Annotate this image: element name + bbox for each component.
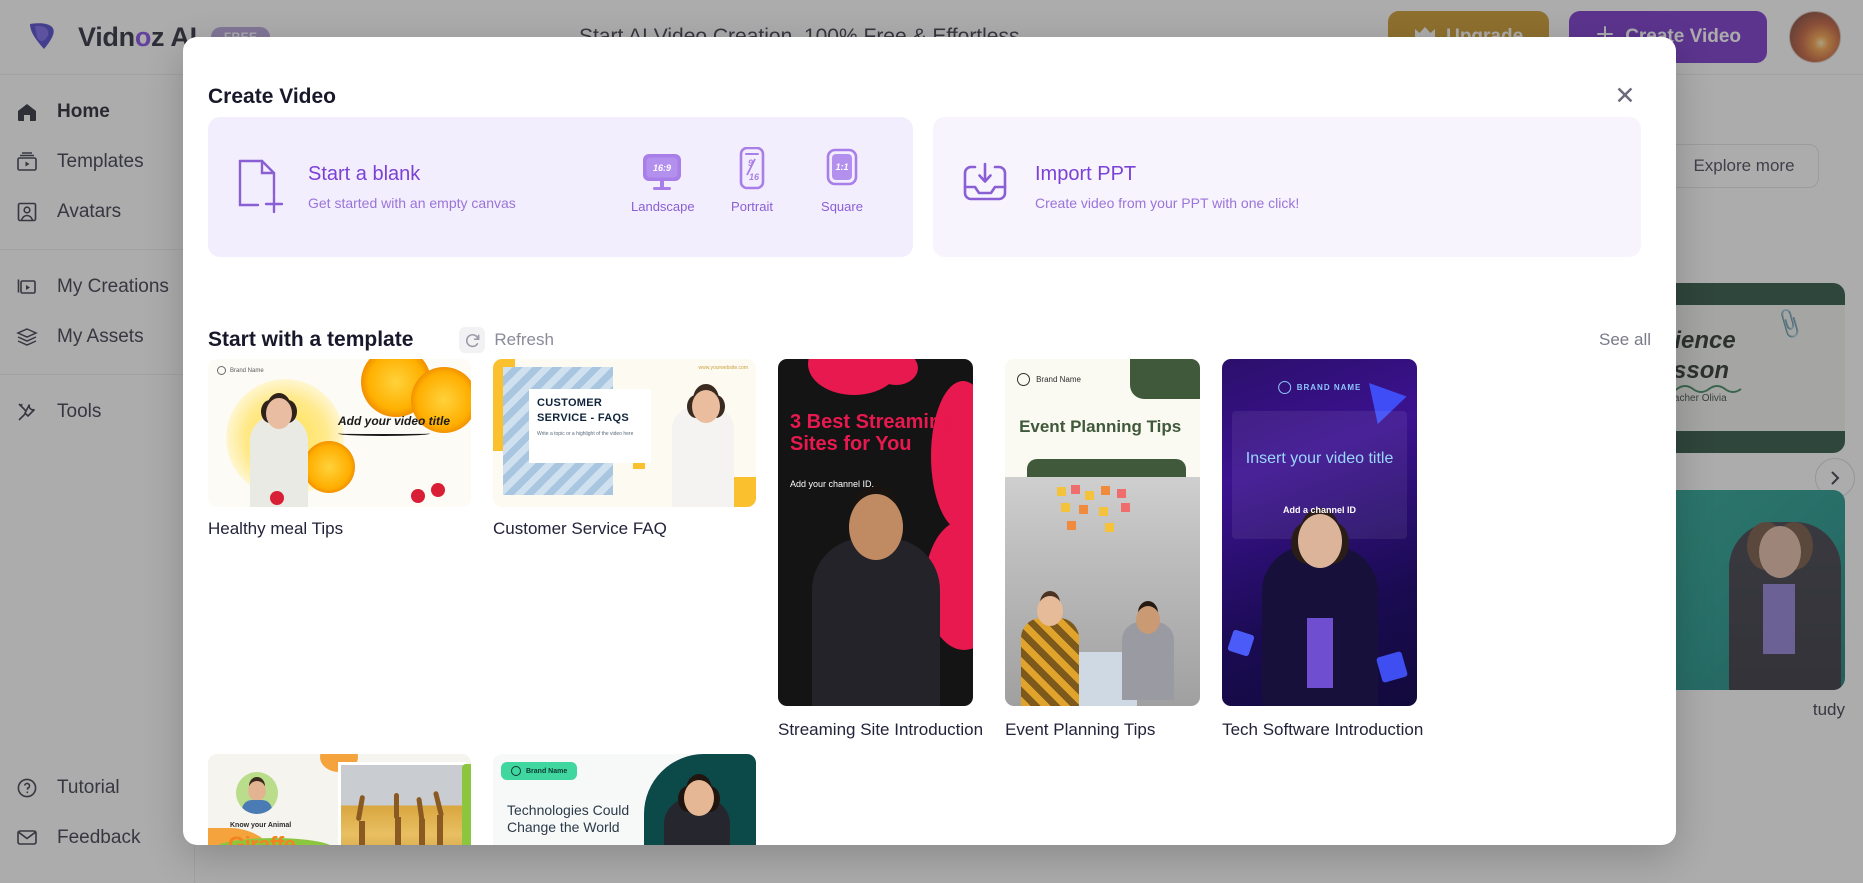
template-name: Streaming Site Introduction (778, 720, 983, 740)
template-card[interactable]: 3 Best Streaming Sites for You Add your … (778, 359, 983, 740)
ratio-option-portrait[interactable]: 9 16 Portrait (721, 143, 783, 214)
refresh-label: Refresh (494, 330, 554, 350)
template-card[interactable]: Brand Name Technologies Could Change the… (493, 754, 756, 845)
svg-text:16:9: 16:9 (653, 163, 671, 173)
thumb-title-text: Insert your video title (1222, 449, 1417, 468)
thumb-brand-text: Brand Name (230, 368, 264, 374)
thumb-brand-text: Brand Name (526, 768, 567, 775)
ratio-label: Square (811, 199, 873, 214)
template-thumbnail: Brand Name Event Planning Tips (1005, 359, 1200, 706)
template-thumbnail: Brand Name Add your video title (208, 359, 471, 507)
start-blank-subtext: Get started with an empty canvas (308, 195, 516, 211)
create-options-row: Start a blank Get started with an empty … (208, 117, 1651, 257)
import-ppt-subtext: Create video from your PPT with one clic… (1035, 195, 1299, 211)
template-name: Healthy meal Tips (208, 519, 471, 539)
thumb-sub-text: Add a channel ID (1222, 505, 1417, 515)
aspect-ratio-group: 16:9 Landscape 9 (631, 143, 873, 214)
section-title: Start with a template (208, 328, 413, 352)
template-thumbnail: Brand Name Technologies Could Change the… (493, 754, 756, 845)
thumb-body-text: Write a topic or a highlight of the vide… (537, 431, 643, 437)
close-icon[interactable]: ✕ (1610, 81, 1640, 111)
template-card[interactable]: Know your Animal Giraffe Presentations a… (208, 754, 471, 845)
refresh-icon (459, 327, 485, 353)
template-name: Tech Software Introduction (1222, 720, 1423, 740)
templates-section-header: Start with a template Refresh See all (208, 327, 1651, 353)
import-ppt-option[interactable]: Import PPT Create video from your PPT wi… (933, 117, 1641, 257)
start-blank-heading: Start a blank (308, 163, 516, 186)
template-card[interactable]: Brand Name Event Planning Tips (1005, 359, 1200, 740)
modal-title: Create Video (208, 85, 336, 109)
file-plus-icon (232, 156, 286, 219)
template-name: Customer Service FAQ (493, 519, 756, 539)
create-video-modal: Create Video ✕ Start a blank Get started… (183, 37, 1676, 845)
template-card[interactable]: www.yourwebsite.com CUSTOMER SERVICE - F… (493, 359, 756, 740)
ratio-label: Landscape (631, 199, 693, 214)
ratio-option-square[interactable]: 1:1 Square (811, 143, 873, 214)
template-card[interactable]: BRAND NAME Insert your video title Add a… (1222, 359, 1423, 740)
thumb-line1-text: CUSTOMER (537, 397, 643, 409)
thumb-sub-text: Add your channel ID. (790, 479, 874, 489)
screen-root: Vidnoz AI FREE Start AI Video Creation, … (0, 0, 1863, 883)
thumb-brand-text: BRAND NAME (1297, 383, 1362, 392)
refresh-button[interactable]: Refresh (459, 327, 554, 353)
thumb-kicker-text: Know your Animal (230, 822, 291, 829)
thumb-url-text: www.yourwebsite.com (699, 365, 748, 371)
thumb-brand-text: Brand Name (1036, 375, 1081, 384)
svg-text:16: 16 (749, 172, 760, 182)
see-all-link[interactable]: See all (1599, 330, 1651, 350)
ratio-option-landscape[interactable]: 16:9 Landscape (631, 143, 693, 214)
start-blank-option[interactable]: Start a blank Get started with an empty … (208, 117, 913, 257)
svg-text:1:1: 1:1 (835, 162, 848, 172)
template-thumbnail: 3 Best Streaming Sites for You Add your … (778, 359, 973, 706)
template-thumbnail: Know your Animal Giraffe Presentations a… (208, 754, 471, 845)
thumb-title-text: Technologies Could Change the World (507, 802, 637, 836)
template-card[interactable]: Brand Name Add your video title Healthy … (208, 359, 471, 740)
template-grid: Brand Name Add your video title Healthy … (208, 359, 1628, 845)
thumb-line2-text: SERVICE - FAQS (537, 412, 643, 424)
thumb-title-text: Add your video title (338, 414, 450, 428)
thumb-title-text: Event Planning Tips (1019, 417, 1189, 437)
square-icon: 1:1 (811, 143, 873, 193)
template-name: Event Planning Tips (1005, 720, 1200, 740)
template-thumbnail: www.yourwebsite.com CUSTOMER SERVICE - F… (493, 359, 756, 507)
import-download-icon (957, 157, 1013, 218)
thumb-title-text: 3 Best Streaming Sites for You (790, 411, 970, 455)
template-thumbnail: BRAND NAME Insert your video title Add a… (1222, 359, 1417, 706)
ratio-label: Portrait (721, 199, 783, 214)
monitor-icon: 16:9 (631, 143, 693, 193)
import-ppt-heading: Import PPT (1035, 163, 1299, 186)
phone-icon: 9 16 (721, 143, 783, 193)
thumb-title-text: Giraffe (228, 832, 295, 845)
